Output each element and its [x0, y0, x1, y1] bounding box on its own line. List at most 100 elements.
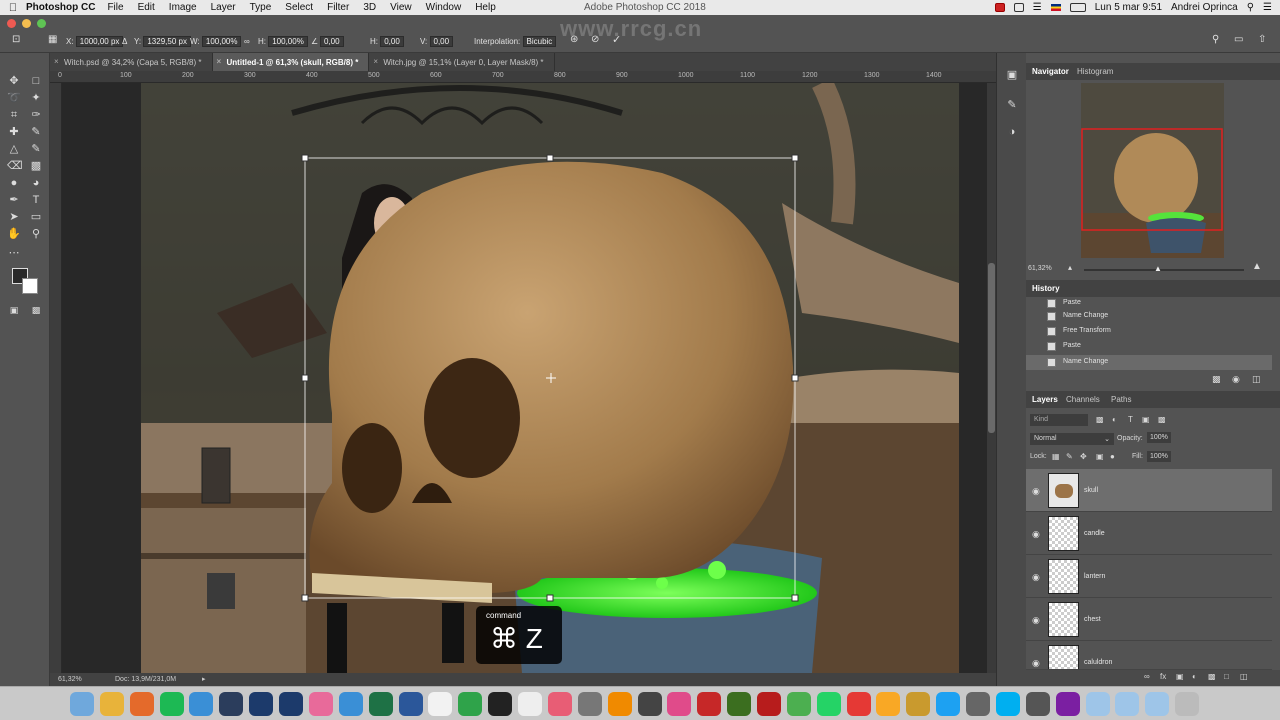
more-tools-icon[interactable]: ⋯ [7, 246, 21, 260]
type-tool-icon[interactable]: T [29, 193, 43, 207]
warp-icon[interactable]: ⊛ [570, 34, 578, 45]
dock-app-excel-icon[interactable] [368, 692, 393, 716]
tab-layers[interactable]: Layers [1032, 395, 1058, 404]
menu-view[interactable]: View [390, 2, 412, 13]
visibility-eye-icon[interactable]: ◉ [1032, 486, 1040, 497]
dock-app-tools-icon[interactable] [966, 692, 991, 716]
dock-app-chrome-icon[interactable] [99, 692, 124, 716]
blur-tool-icon[interactable]: ● [7, 176, 21, 190]
apple-icon[interactable]:  [0, 2, 26, 14]
canvas-scrollbar[interactable] [987, 83, 996, 673]
history-item[interactable]: Paste [1026, 339, 1272, 354]
new-group-icon[interactable]: ▩ [1208, 672, 1216, 681]
commit-transform-icon[interactable]: ✓ [612, 33, 621, 46]
blend-mode-select[interactable]: Normal ⌄ [1030, 433, 1114, 445]
layer-name[interactable]: caluldron [1084, 659, 1112, 666]
dock-app-ps-icon[interactable] [279, 692, 304, 716]
filter-shape-icon[interactable]: ▣ [1142, 415, 1150, 424]
layer-style-icon[interactable]: fx [1160, 672, 1166, 681]
canvas-scene[interactable] [62, 83, 987, 673]
history-item[interactable]: Free Transform [1026, 324, 1272, 339]
close-window-icon[interactable] [7, 19, 16, 28]
link-icon[interactable]: ∞ [244, 37, 250, 46]
dock-app-dw-icon[interactable] [727, 692, 752, 716]
dock-app-twitter-icon[interactable] [936, 692, 961, 716]
tab-paths[interactable]: Paths [1111, 395, 1131, 404]
dock-app-ps-icon[interactable] [249, 692, 274, 716]
zoom-out-icon[interactable]: ▴ [1068, 263, 1072, 272]
visibility-eye-icon[interactable]: ◉ [1032, 658, 1040, 669]
clock[interactable]: Lun 5 mar 9:51 [1095, 2, 1162, 13]
visibility-eye-icon[interactable]: ◉ [1032, 572, 1040, 583]
dock-app-onenote-icon[interactable] [1055, 692, 1080, 716]
transform-handle[interactable] [791, 374, 799, 382]
search-icon[interactable]: ⚲ [1212, 34, 1219, 45]
dock-app-vector-icon[interactable] [906, 692, 931, 716]
crop-tool-icon[interactable]: ⌗ [7, 108, 21, 122]
dock-app-apps-icon[interactable] [1145, 692, 1170, 716]
info-panel-icon[interactable]: ▣ [1005, 68, 1019, 82]
link-layers-icon[interactable]: ∞ [1144, 672, 1150, 681]
canvas-area[interactable] [62, 83, 987, 673]
transform-handle[interactable] [301, 374, 309, 382]
transform-handle[interactable] [301, 594, 309, 602]
history-item[interactable]: Name Change [1026, 309, 1272, 324]
close-tab-icon[interactable]: × [373, 57, 378, 66]
layer-row-lantern[interactable]: ◉ lantern [1026, 555, 1272, 598]
navigator-slider-thumb[interactable]: ▲ [1154, 264, 1162, 273]
visibility-eye-icon[interactable]: ◉ [1032, 529, 1040, 540]
adjustment-layer-icon[interactable]: ◐ [1192, 672, 1197, 681]
dock-app-prefs-icon[interactable] [577, 692, 602, 716]
ruler-vertical[interactable] [50, 83, 62, 673]
layer-row-caluldron[interactable]: ◉ caluldron [1026, 641, 1272, 670]
menu-window[interactable]: Window [426, 2, 462, 13]
layer-filter-kind[interactable]: Kind [1030, 414, 1088, 426]
wifi-icon[interactable]: ☰ [1033, 2, 1042, 13]
dock-app-finder-icon[interactable] [70, 692, 94, 716]
dock-app-mail-icon[interactable] [756, 692, 781, 716]
tab-witch-jpg[interactable]: × Witch.jpg @ 15,1% (Layer 0, Layer Mask/… [369, 53, 555, 71]
dock-app-itunes-icon[interactable] [667, 692, 692, 716]
transform-tool-icon[interactable]: ⊡ [12, 34, 20, 45]
menu-edit[interactable]: Edit [138, 2, 155, 13]
close-tab-icon[interactable]: × [54, 57, 59, 66]
hskew-field[interactable]: 0,00 [380, 36, 404, 47]
filter-adjustment-icon[interactable]: ◐ [1112, 415, 1117, 424]
status-menu-icon[interactable]: ▸ [202, 675, 206, 683]
delete-layer-icon[interactable]: ◫ [1240, 672, 1248, 681]
tab-navigator[interactable]: Navigator [1032, 67, 1069, 76]
dock-app-lr-icon[interactable] [219, 692, 244, 716]
y-field[interactable]: 1329,50 px [143, 36, 191, 47]
dock-app-whatsapp-icon[interactable] [816, 692, 841, 716]
lock-image-icon[interactable]: ✎ [1066, 452, 1073, 461]
menu-image[interactable]: Image [169, 2, 197, 13]
lasso-tool-icon[interactable]: ➰ [7, 91, 21, 105]
magic-wand-icon[interactable]: ✦ [29, 91, 43, 105]
transform-handle[interactable] [546, 594, 554, 602]
marquee-tool-icon[interactable]: □ [29, 74, 43, 88]
height-field[interactable]: 100,00% [268, 36, 308, 47]
filter-smart-icon[interactable]: ▩ [1158, 415, 1166, 424]
healing-brush-icon[interactable]: ✚ [7, 125, 21, 139]
zoom-window-icon[interactable] [37, 19, 46, 28]
workspace-icon[interactable]: ▭ [1234, 34, 1243, 45]
transform-handle[interactable] [546, 154, 554, 162]
eyedropper-icon[interactable]: ✑ [29, 108, 43, 122]
dock-app-skype-icon[interactable] [995, 692, 1020, 716]
notification-icon[interactable]: ☰ [1263, 2, 1272, 13]
ruler-horizontal[interactable]: 0 100 200 300 400 500 600 700 800 900 10… [50, 71, 996, 83]
tab-witch-psd[interactable]: × Witch.psd @ 34,2% (Capa 5, RGB/8) * [50, 53, 213, 71]
dock-app-maps-icon[interactable] [786, 692, 811, 716]
tab-untitled-1[interactable]: × Untitled-1 @ 61,3% (skull, RGB/8) * [212, 53, 370, 71]
layer-name[interactable]: chest [1084, 616, 1101, 623]
dock-app-downloads-icon[interactable] [1115, 692, 1140, 716]
history-brush-icon[interactable]: ✎ [29, 142, 43, 156]
new-document-from-state-icon[interactable]: ▩ [1212, 374, 1221, 385]
dock-app-filezilla-icon[interactable] [697, 692, 722, 716]
hand-tool-icon[interactable]: ✋ [7, 227, 21, 241]
opacity-field[interactable]: 100% [1147, 432, 1171, 443]
fill-field[interactable]: 100% [1147, 451, 1171, 462]
dock-app-safari-icon[interactable] [338, 692, 363, 716]
close-tab-icon[interactable]: × [217, 57, 222, 66]
menu-3d[interactable]: 3D [363, 2, 376, 13]
